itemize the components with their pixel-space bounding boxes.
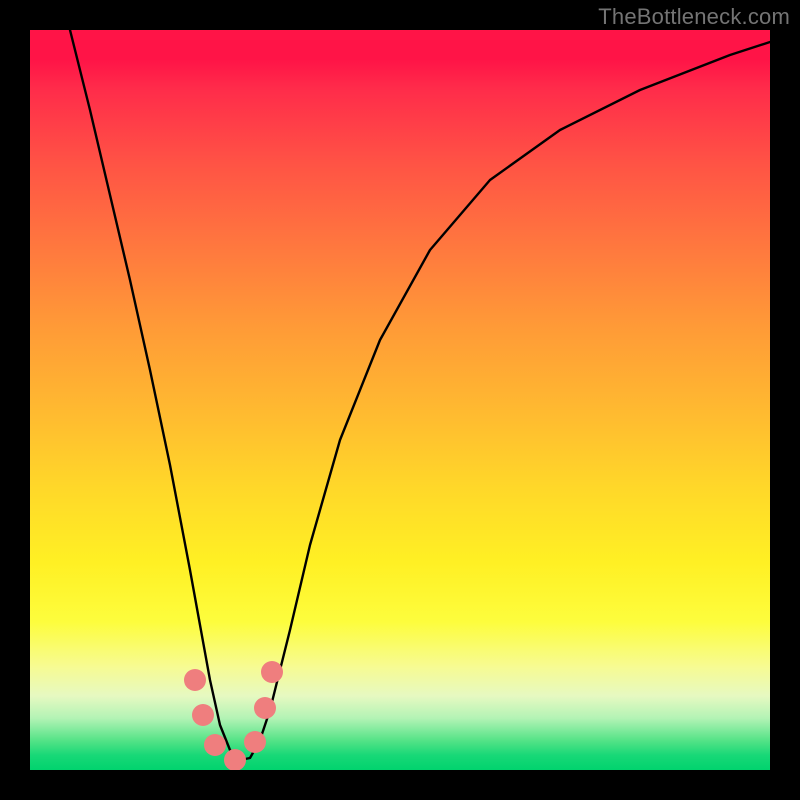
curve-marker xyxy=(204,734,226,756)
curve-marker xyxy=(184,669,206,691)
curve-markers xyxy=(184,661,283,770)
curve-marker xyxy=(224,749,246,770)
curve-marker xyxy=(261,661,283,683)
curve-marker xyxy=(254,697,276,719)
curve-path xyxy=(70,30,770,760)
curve-marker xyxy=(244,731,266,753)
curve-marker xyxy=(192,704,214,726)
bottleneck-curve xyxy=(30,30,770,770)
chart-frame: TheBottleneck.com xyxy=(0,0,800,800)
watermark-text: TheBottleneck.com xyxy=(598,4,790,30)
plot-area xyxy=(30,30,770,770)
